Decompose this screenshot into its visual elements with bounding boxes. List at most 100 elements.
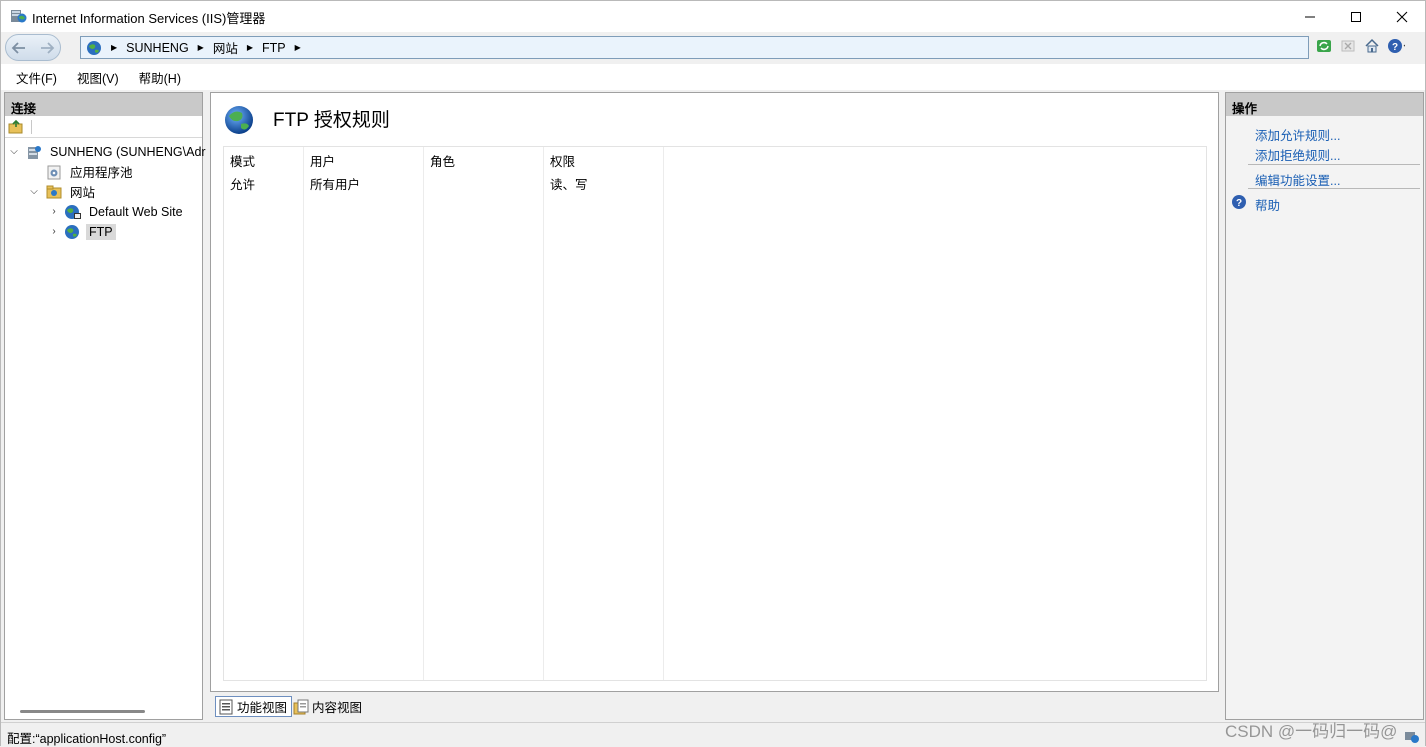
column-header-mode[interactable]: 模式 [230, 151, 255, 170]
title-bar: Internet Information Services (IIS)管理器 [1, 1, 1425, 32]
tree-label-default-web-site: Default Web Site [89, 204, 183, 219]
window-title: Internet Information Services (IIS)管理器 [32, 11, 266, 26]
menu-help[interactable]: 帮助(H) [139, 68, 181, 87]
stop-icon [1341, 40, 1355, 52]
view-tabs: 功能视图 内容视图 [210, 694, 1219, 718]
tab-content-view-label: 内容视图 [312, 701, 363, 715]
home-icon [1365, 38, 1379, 53]
add-allow-rule-link[interactable]: 添加允许规则... [1255, 125, 1340, 144]
expand-chevron-icon[interactable]: › [49, 206, 59, 217]
ftp-globe-icon [65, 224, 79, 239]
help-icon: ? [1232, 195, 1246, 209]
edit-feature-settings-link[interactable]: 编辑功能设置... [1255, 170, 1340, 189]
column-user [304, 147, 424, 680]
tree-node-sites[interactable]: 网站 [45, 182, 98, 201]
column-header-role[interactable]: 角色 [430, 151, 455, 170]
address-bar[interactable]: ▶ SUNHENG ▶ 网站 ▶ FTP ▶ [80, 36, 1309, 59]
column-header-permission[interactable]: 权限 [550, 151, 575, 170]
breadcrumb-arrow-icon[interactable]: ▶ [198, 43, 204, 52]
breadcrumb-sites[interactable]: 网站 [213, 38, 238, 57]
actions-divider [1248, 164, 1420, 165]
tree-node-app-pools[interactable]: 应用程序池 [45, 162, 136, 181]
svg-text:?: ? [1392, 42, 1398, 53]
tree-node-ftp[interactable]: FTP [64, 222, 116, 241]
status-bar: 配置:“applicationHost.config” [1, 722, 1425, 746]
network-status-icon [1405, 732, 1419, 743]
ftp-globe-large-icon [225, 106, 253, 134]
help-icon: ? [1388, 39, 1405, 53]
tree-label-sites: 网站 [70, 186, 96, 200]
collapse-chevron-icon[interactable]: ⌵ [29, 186, 39, 197]
website-globe-icon [65, 204, 81, 219]
connections-toolbar [5, 116, 202, 138]
content-view-icon [293, 699, 309, 714]
tree-label-server: SUNHENG (SUNHENG\Adr [50, 144, 206, 159]
iis-app-icon [11, 10, 27, 23]
maximize-button[interactable] [1333, 1, 1379, 32]
connect-icon[interactable] [8, 119, 24, 135]
home-button[interactable] [1363, 37, 1381, 55]
breadcrumb-ftp[interactable]: FTP [262, 41, 286, 55]
authorization-rules-table: 模式 用户 角色 权限 允许 所有用户 读、写 [223, 146, 1207, 681]
cell-permission: 读、写 [550, 178, 588, 192]
close-icon [1396, 11, 1408, 22]
column-header-user[interactable]: 用户 [310, 151, 335, 170]
stop-button[interactable] [1339, 37, 1357, 55]
status-text: 配置:“applicationHost.config” [7, 732, 167, 746]
tab-feature-view[interactable]: 功能视图 [215, 696, 293, 717]
refresh-icon [1317, 40, 1331, 52]
app-pool-icon [47, 165, 61, 179]
breadcrumb-server[interactable]: SUNHENG [126, 41, 189, 55]
help-dropdown-button[interactable]: ? [1387, 37, 1405, 55]
tab-content-view[interactable]: 内容视图 [291, 696, 366, 717]
menu-bar: 文件(F) 视图(V) 帮助(H) [1, 64, 1425, 90]
tree-node-default-web-site[interactable]: Default Web Site [64, 202, 186, 221]
back-arrow-icon [11, 42, 25, 54]
sites-folder-icon [46, 185, 62, 198]
tree-node-server[interactable]: SUNHENG (SUNHENG\Adr [25, 142, 209, 161]
forward-arrow-icon [41, 42, 55, 54]
collapse-chevron-icon[interactable]: ⌵ [9, 146, 19, 157]
add-deny-rule-link[interactable]: 添加拒绝规则... [1255, 145, 1340, 164]
column-role [424, 147, 544, 680]
menu-view[interactable]: 视图(V) [77, 68, 119, 87]
expand-chevron-icon[interactable]: › [49, 226, 59, 237]
breadcrumb-arrow-icon[interactable]: ▶ [111, 43, 117, 52]
breadcrumb-arrow-icon[interactable]: ▶ [247, 43, 253, 52]
breadcrumb-arrow-icon[interactable]: ▶ [295, 43, 301, 52]
horizontal-scrollbar[interactable] [20, 710, 145, 713]
feature-view-icon [219, 699, 233, 714]
refresh-button[interactable] [1315, 37, 1333, 55]
actions-header: 操作 [1226, 93, 1423, 116]
connections-header: 连接 [5, 93, 202, 116]
feature-panel: FTP 授权规则 模式 用户 角色 权限 允许 所有用户 读、写 [210, 92, 1219, 692]
server-icon [28, 145, 41, 159]
address-toolbar: ▶ SUNHENG ▶ 网站 ▶ FTP ▶ ? [1, 32, 1425, 63]
forward-button[interactable] [37, 38, 57, 58]
toolbar-separator [31, 120, 32, 134]
column-permission [544, 147, 664, 680]
nav-buttons [5, 34, 61, 61]
menu-file[interactable]: 文件(F) [16, 68, 57, 87]
cell-user: 所有用户 [310, 178, 361, 192]
tree-label-app-pools: 应用程序池 [70, 166, 133, 180]
tab-feature-view-label: 功能视图 [237, 701, 288, 715]
page-title: FTP 授权规则 [273, 110, 390, 131]
minimize-icon [1305, 16, 1315, 17]
address-toolbar-icons: ? [1315, 37, 1405, 55]
cell-mode: 允许 [230, 178, 256, 192]
actions-panel: 操作 添加允许规则... 添加拒绝规则... 编辑功能设置... ? 帮助 [1225, 92, 1424, 720]
maximize-icon [1351, 11, 1361, 22]
help-link[interactable]: 帮助 [1255, 195, 1280, 214]
watermark-text: CSDN @一码归一码@ [1225, 722, 1398, 741]
connections-panel: 连接 ⌵ SUNHENG (SUNHENG\Adr 应用程序池 ⌵ 网站 › D… [4, 92, 206, 720]
globe-icon [87, 40, 101, 55]
close-button[interactable] [1379, 1, 1425, 32]
iis-manager-window: Internet Information Services (IIS)管理器 ▶… [0, 0, 1426, 746]
svg-text:?: ? [1236, 198, 1242, 209]
actions-divider [1248, 188, 1420, 189]
tree-label-ftp: FTP [86, 223, 116, 240]
minimize-button[interactable] [1287, 1, 1333, 32]
column-mode [224, 147, 304, 680]
back-button[interactable] [9, 38, 29, 58]
